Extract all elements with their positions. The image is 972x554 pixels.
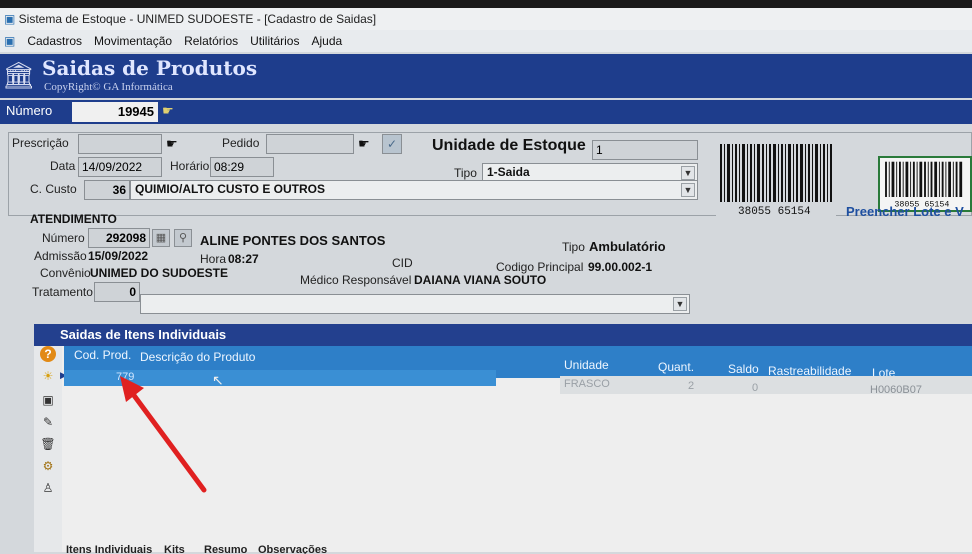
unidade-label: Unidade de Estoque bbox=[432, 137, 586, 154]
tipo-selected-value: 1-Saida bbox=[487, 165, 530, 179]
chevron-down-icon[interactable]: ▼ bbox=[681, 183, 695, 197]
ccusto-select[interactable]: QUIMIO/ALTO CUSTO E OUTROS ▼ bbox=[130, 180, 698, 200]
tab-observacoes[interactable]: Observações bbox=[258, 544, 327, 554]
items-toolbar: ? ☀ ▣ ✎ 🗑 ⚙ ♙ bbox=[34, 346, 62, 552]
menu-relatorios[interactable]: Relatórios bbox=[184, 30, 238, 52]
atendimento-numero-label: Número bbox=[42, 231, 85, 245]
convenio-value: UNIMED DO SUDOESTE bbox=[90, 266, 229, 280]
edit-icon[interactable]: ✎ bbox=[40, 414, 56, 430]
tab-itens-individuais[interactable]: Itens Individuais bbox=[66, 544, 152, 554]
title-bar: ▣ Sistema de Estoque - UNIMED SUDOESTE -… bbox=[0, 8, 972, 30]
tratamento-code-input[interactable]: 0 bbox=[94, 282, 140, 302]
codigo-principal-value: 99.00.002-1 bbox=[588, 260, 653, 274]
prescricao-label: Prescrição bbox=[12, 136, 69, 150]
red-arrow-annotation bbox=[120, 376, 207, 493]
cell-lote[interactable]: H0060B07 bbox=[870, 384, 922, 396]
tratamento-label: Tratamento bbox=[32, 285, 93, 299]
ccusto-label: C. Custo bbox=[30, 182, 77, 196]
page-banner: 🏛 Saidas de Produtos CopyRight© GA Infor… bbox=[0, 54, 972, 98]
calendar-icon[interactable]: ▦ bbox=[152, 229, 170, 247]
column-descricao[interactable]: Descrição do Produto bbox=[140, 350, 255, 364]
items-panel-title: Saidas de Itens Individuais bbox=[34, 324, 972, 346]
cell-quant[interactable]: 2 bbox=[688, 380, 694, 392]
trash-icon[interactable]: 🗑 bbox=[40, 436, 56, 452]
cell-unidade[interactable]: FRASCO bbox=[564, 378, 610, 390]
medico-label: Médico Responsável bbox=[300, 273, 412, 287]
numero-field[interactable]: 19945 bbox=[72, 102, 158, 122]
convenio-label: Convênio bbox=[40, 266, 91, 280]
gear-icon[interactable]: ⚙ bbox=[40, 458, 56, 474]
pedido-label: Pedido bbox=[222, 136, 260, 150]
medico-value: DAIANA VIANA SOUTO bbox=[414, 273, 547, 287]
hora-label: Hora bbox=[200, 252, 227, 266]
admissao-value: 15/09/2022 bbox=[88, 249, 149, 263]
save-icon[interactable]: ▣ bbox=[40, 392, 56, 408]
barcode-image: 38055 65154 bbox=[716, 142, 836, 216]
bottom-tabs: Itens Individuais Kits Resumo Observaçõe… bbox=[56, 542, 972, 554]
menu-cadastros[interactable]: Cadastros bbox=[27, 30, 82, 52]
prescricao-input[interactable] bbox=[78, 134, 162, 154]
person-icon[interactable]: ♙ bbox=[40, 480, 56, 496]
check-icon[interactable]: ✓ bbox=[382, 134, 402, 154]
atendimento-tipo-label: Tipo bbox=[562, 240, 585, 254]
ccusto-code-input[interactable]: 36 bbox=[84, 180, 130, 200]
app-icon: ▣ bbox=[4, 12, 19, 26]
horario-input[interactable]: 08:29 bbox=[210, 157, 274, 177]
pointing-hand-icon[interactable]: ☛ bbox=[166, 136, 178, 152]
atendimento-numero-input[interactable]: 292098 bbox=[88, 228, 150, 248]
menu-utilitarios[interactable]: Utilitários bbox=[250, 30, 299, 52]
pointing-hand-icon[interactable]: ☛ bbox=[162, 103, 174, 119]
ccusto-selected-value: QUIMIO/ALTO CUSTO E OUTROS bbox=[135, 182, 326, 196]
pedido-input[interactable] bbox=[266, 134, 354, 154]
pointing-hand-icon[interactable]: ☛ bbox=[358, 136, 370, 152]
data-input[interactable]: 14/09/2022 bbox=[78, 157, 162, 177]
horario-label: Horário bbox=[170, 159, 210, 173]
codigo-principal-label: Codigo Principal bbox=[496, 260, 584, 274]
tab-kits[interactable]: Kits bbox=[164, 544, 185, 554]
menu-app-icon: ▣ bbox=[4, 34, 16, 48]
tratamento-select[interactable]: ▼ bbox=[140, 294, 690, 314]
atendimento-tipo-value: Ambulatório bbox=[589, 239, 666, 254]
unidade-input[interactable]: 1 bbox=[592, 140, 698, 160]
barcode-number: 38055 65154 bbox=[738, 206, 811, 216]
bank-building-icon: 🏛 bbox=[2, 60, 36, 90]
lookup-icon[interactable]: ⚲ bbox=[174, 229, 192, 247]
page-title: Saidas de Produtos bbox=[42, 56, 258, 80]
tab-resumo[interactable]: Resumo bbox=[204, 544, 247, 554]
menu-bar: ▣ Cadastros Movimentação Relatórios Util… bbox=[0, 30, 972, 52]
chevron-down-icon[interactable]: ▼ bbox=[681, 166, 695, 180]
menu-ajuda[interactable]: Ajuda bbox=[311, 30, 342, 52]
help-icon[interactable]: ? bbox=[40, 346, 56, 362]
cell-saldo[interactable]: 0 bbox=[752, 382, 758, 394]
data-label: Data bbox=[50, 159, 76, 173]
hora-value: 08:27 bbox=[228, 252, 259, 266]
numero-label: Número bbox=[6, 103, 53, 118]
column-cod-prod[interactable]: Cod. Prod. bbox=[74, 348, 131, 362]
admissao-label: Admissão bbox=[34, 249, 87, 263]
patient-name: ALINE PONTES DOS SANTOS bbox=[200, 233, 386, 248]
copyright-text: CopyRight© GA Informática bbox=[44, 81, 173, 93]
window-title: Sistema de Estoque - UNIMED SUDOESTE - [… bbox=[18, 12, 377, 26]
chevron-down-icon[interactable]: ▼ bbox=[673, 297, 687, 311]
atendimento-label: ATENDIMENTO bbox=[30, 212, 117, 226]
tipo-label: Tipo bbox=[454, 166, 477, 180]
sun-icon[interactable]: ☀ bbox=[40, 368, 56, 384]
menu-movimentacao[interactable]: Movimentação bbox=[94, 30, 172, 52]
numero-bar: Número 19945 ☛ bbox=[0, 100, 972, 124]
cid-label: CID bbox=[392, 256, 413, 270]
app-window: ▣ Sistema de Estoque - UNIMED SUDOESTE -… bbox=[0, 8, 972, 554]
barcode-caption: Preencher Lote e V bbox=[846, 204, 964, 219]
